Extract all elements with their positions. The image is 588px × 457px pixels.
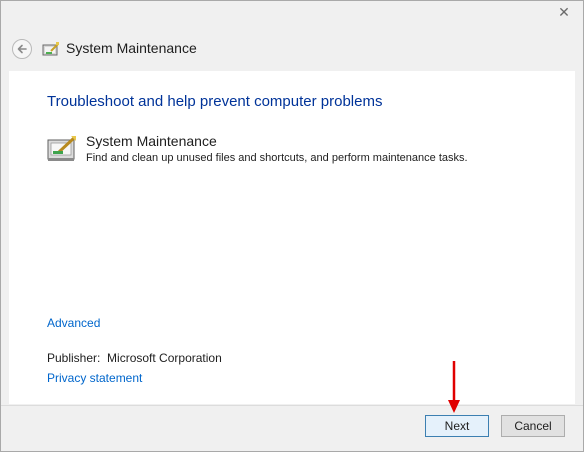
publisher-value: Microsoft Corporation — [107, 351, 222, 365]
page-heading: Troubleshoot and help prevent computer p… — [47, 93, 383, 110]
publisher-line: Publisher: Microsoft Corporation — [47, 351, 222, 365]
system-maintenance-icon — [42, 42, 59, 56]
next-button[interactable]: Next — [425, 415, 489, 437]
cancel-button[interactable]: Cancel — [501, 415, 565, 437]
task-description: Find and clean up unused files and short… — [86, 152, 468, 164]
header-bar: System Maintenance — [1, 33, 583, 67]
back-button[interactable] — [12, 39, 32, 59]
task-title[interactable]: System Maintenance — [86, 133, 217, 149]
troubleshooter-window: ✕ System Maintenance Troubleshoot and he… — [0, 0, 584, 452]
advanced-link[interactable]: Advanced — [47, 316, 100, 330]
footer-bar: Next Cancel — [1, 405, 583, 452]
content-panel: Troubleshoot and help prevent computer p… — [9, 71, 575, 404]
publisher-label: Publisher: — [47, 351, 101, 365]
red-arrow-annotation — [448, 361, 460, 413]
window-title: System Maintenance — [66, 40, 197, 56]
back-arrow-icon — [17, 44, 27, 54]
close-icon: ✕ — [558, 4, 570, 20]
privacy-statement-link[interactable]: Privacy statement — [47, 371, 142, 385]
close-button[interactable]: ✕ — [547, 2, 581, 23]
system-maintenance-icon — [47, 136, 76, 161]
